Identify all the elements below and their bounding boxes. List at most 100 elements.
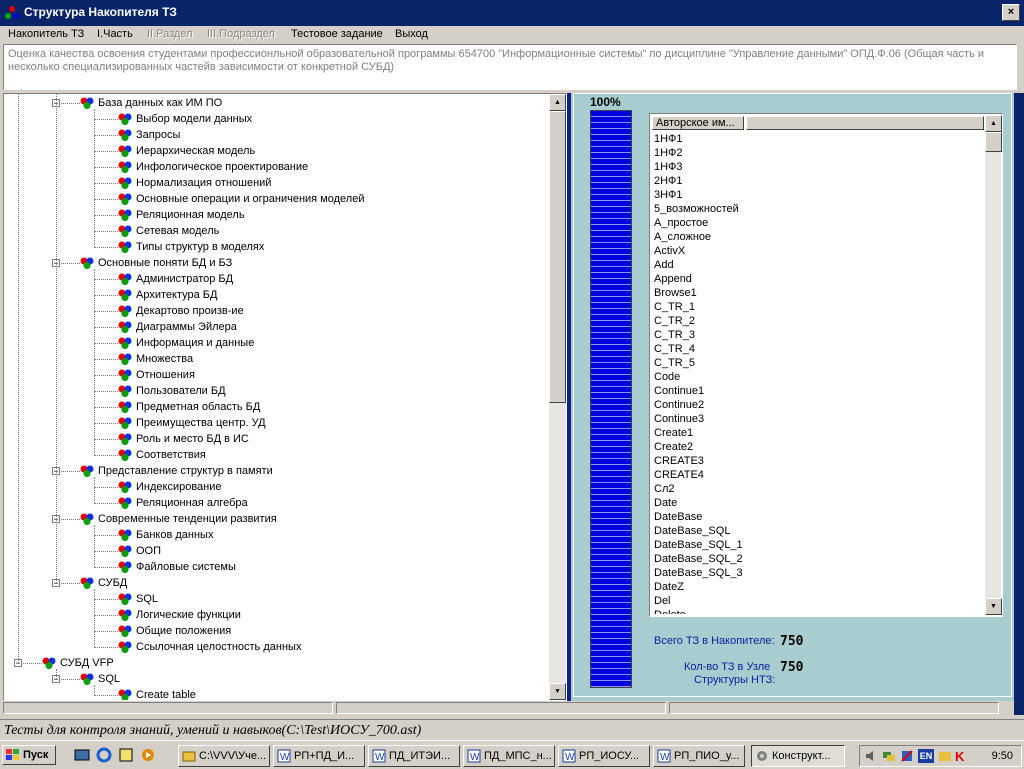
authors-listbox[interactable]: Авторское им... 1НФ1 1НФ2 1НФ3 2НФ1 3НФ1 5_во… — [649, 113, 1003, 617]
list-item[interactable]: ActivX — [654, 244, 984, 258]
list-item[interactable]: C_TR_3 — [654, 328, 984, 342]
close-button[interactable]: × — [1002, 4, 1020, 21]
list-item[interactable]: DateBase_SQL_3 — [654, 566, 984, 580]
list-item[interactable]: 2НФ1 — [654, 174, 984, 188]
list-item[interactable]: C_TR_5 — [654, 356, 984, 370]
tree-connector — [94, 599, 118, 600]
list-header-author-name[interactable]: Авторское им... — [652, 116, 744, 130]
tree-node-label: Реляционная алгебра — [136, 497, 248, 509]
list-item[interactable]: Continue2 — [654, 398, 984, 412]
tree-node-label: Файловые системы — [136, 561, 236, 573]
scroll-up-icon[interactable]: ▲ — [549, 94, 566, 111]
list-item[interactable]: А_сложное — [654, 230, 984, 244]
task-folder[interactable]: C:\VVV\Уче... — [178, 745, 270, 767]
list-item[interactable]: Browse1 — [654, 286, 984, 300]
antivirus-icon[interactable]: K — [954, 749, 968, 763]
tree-connector — [94, 551, 118, 552]
list-item[interactable]: DateBase_SQL_1 — [654, 538, 984, 552]
tree-node-label: Диаграммы Эйлера — [136, 321, 237, 333]
list-item[interactable]: Del — [654, 594, 984, 608]
task-constructor-active[interactable]: Конструкт... — [751, 745, 845, 767]
menu-item-test-task[interactable]: Тестовое задание — [291, 28, 383, 40]
menu-bar: Накопитель ТЗ I.Часть II.Раздел III.Подр… — [0, 26, 1024, 44]
show-desktop-icon[interactable] — [74, 747, 90, 763]
structure-tree[interactable]: − База данных как ИМ ПО Выбор модели данны… — [3, 93, 567, 701]
list-item[interactable]: Append — [654, 272, 984, 286]
menu-item-part[interactable]: I.Часть — [97, 28, 133, 40]
tree-node-label: Декартово произв-ие — [136, 305, 244, 317]
node-molecule-icon — [118, 113, 132, 125]
list-scroll-down-icon[interactable]: ▼ — [985, 598, 1002, 615]
tree-connector — [94, 455, 118, 456]
word-icon: W — [562, 749, 576, 763]
list-item[interactable]: DateBase_SQL_2 — [654, 552, 984, 566]
window-edge — [1014, 93, 1024, 715]
list-item[interactable]: 1НФ1 — [654, 132, 984, 146]
task-word-doc[interactable]: W РП_ИОСУ... — [558, 745, 650, 767]
node-molecule-icon — [118, 593, 132, 605]
menu-item-section[interactable]: II.Раздел — [147, 28, 193, 40]
list-item[interactable]: Continue3 — [654, 412, 984, 426]
list-item[interactable]: C_TR_2 — [654, 314, 984, 328]
list-item[interactable]: Date — [654, 496, 984, 510]
tree-connector — [94, 215, 118, 216]
tree-connector — [94, 567, 118, 568]
task-word-doc[interactable]: W РП_ПИО_у... — [653, 745, 745, 767]
list-item[interactable]: Create1 — [654, 426, 984, 440]
list-scroll-up-icon[interactable]: ▲ — [985, 115, 1002, 132]
tree-node-label: Предметная область БД — [136, 401, 261, 413]
start-button[interactable]: Пуск — [2, 745, 56, 765]
node-molecule-icon — [118, 353, 132, 365]
menu-item-nakopitel[interactable]: Накопитель ТЗ — [8, 28, 84, 40]
list-item[interactable]: CREATE4 — [654, 468, 984, 482]
right-panel-frame: 100% Авторское им... 1НФ1 1НФ2 1НФ3 2НФ1 3НФ… — [573, 93, 1012, 697]
tree-node-label: ООП — [136, 545, 162, 557]
list-item[interactable]: DateBase — [654, 510, 984, 524]
list-item[interactable]: А_простое — [654, 216, 984, 230]
language-indicator[interactable]: EN — [918, 749, 934, 763]
list-item[interactable]: Add — [654, 258, 984, 272]
list-item[interactable]: C_TR_1 — [654, 300, 984, 314]
list-item[interactable]: Continue1 — [654, 384, 984, 398]
list-item[interactable]: C_TR_4 — [654, 342, 984, 356]
task-word-doc[interactable]: W РП+ПД_И... — [273, 745, 365, 767]
list-item[interactable]: DateBase_SQL — [654, 524, 984, 538]
security-icon[interactable] — [900, 749, 914, 763]
menu-item-subsection[interactable]: III.Подраздел — [207, 28, 275, 40]
app-icon — [5, 6, 19, 19]
internet-explorer-icon[interactable] — [96, 747, 112, 763]
description-text[interactable]: Оценка качества освоения студентами проф… — [3, 44, 1017, 90]
tree-scroll-thumb[interactable] — [549, 111, 566, 403]
outlook-icon[interactable] — [118, 747, 134, 763]
status-segment — [669, 702, 999, 714]
menu-item-exit[interactable]: Выход — [395, 28, 428, 40]
tree-node-label: Информация и данные — [136, 337, 255, 349]
network-icon[interactable] — [882, 749, 896, 763]
task-word-doc[interactable]: W ПД_МПС_н... — [463, 745, 555, 767]
list-item[interactable]: Delete — [654, 608, 984, 614]
task-label: РП_ИОСУ... — [579, 750, 640, 762]
list-vertical-scrollbar[interactable]: ▲ ▼ — [985, 115, 1002, 615]
volume-icon[interactable] — [864, 749, 878, 763]
list-item[interactable]: DateZ — [654, 580, 984, 594]
list-item[interactable]: Cл2 — [654, 482, 984, 496]
tree-node-label: Множества — [136, 353, 194, 365]
folder-tray-icon[interactable] — [938, 749, 952, 763]
list-item[interactable]: 1НФ3 — [654, 160, 984, 174]
list-scroll-thumb[interactable] — [985, 132, 1002, 152]
clock: 9:50 — [991, 750, 1013, 762]
scroll-down-icon[interactable]: ▼ — [549, 683, 566, 700]
tree-vertical-scrollbar[interactable]: ▲ ▼ — [549, 94, 566, 700]
list-item[interactable]: Create2 — [654, 440, 984, 454]
tree-node-label: Ссылочная целостность данных — [136, 641, 302, 653]
list-item[interactable]: 1НФ2 — [654, 146, 984, 160]
list-item[interactable]: 3НФ1 — [654, 188, 984, 202]
task-word-doc[interactable]: W ПД_ИТЭИ... — [368, 745, 460, 767]
title-bar[interactable]: Структура Накопителя ТЗ × — [0, 0, 1024, 26]
list-item[interactable]: Code — [654, 370, 984, 384]
node-molecule-icon — [118, 209, 132, 221]
list-item[interactable]: 5_возможностей — [654, 202, 984, 216]
media-player-icon[interactable] — [140, 747, 156, 763]
list-item[interactable]: CREATE3 — [654, 454, 984, 468]
node-molecule-icon — [118, 225, 132, 237]
